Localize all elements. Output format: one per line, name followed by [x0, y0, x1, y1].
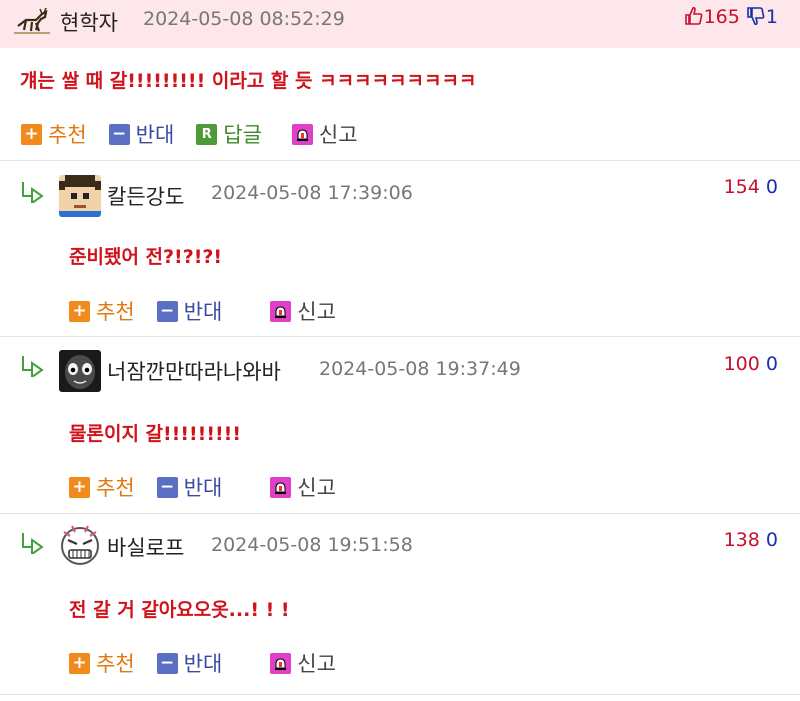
- oppose-button[interactable]: − 반대: [156, 472, 222, 502]
- upvote-count: 165: [703, 6, 740, 28]
- recommend-button[interactable]: + 추천: [69, 472, 135, 502]
- angry-face-icon: [58, 522, 102, 566]
- comment-actions: + 추천 − 반대 신고: [69, 296, 358, 326]
- comment-header: 현학자 2024-05-08 08:52:29 165 1: [0, 0, 800, 48]
- downvote-count: 0: [765, 353, 778, 375]
- comment-item: 현학자 2024-05-08 08:52:29 165 1 걔는 쌀 때 갈!!…: [0, 0, 800, 161]
- reply-item: 칼든강도 2024-05-08 17:39:06 154 0 준비됐어 전?!?…: [0, 161, 800, 337]
- vote-counts: 100 0: [724, 353, 778, 375]
- upvote-count: 154: [723, 176, 760, 198]
- minus-icon: −: [156, 476, 178, 498]
- thumbs-up-icon[interactable]: [684, 6, 704, 31]
- reply-arrow-icon: [20, 181, 46, 207]
- downvote-count: 0: [765, 176, 778, 198]
- dark-face-icon: [59, 350, 101, 392]
- downvote-count: 1: [765, 6, 778, 28]
- upvote-count: 100: [723, 353, 760, 375]
- comment-text: 물론이지 갈!!!!!!!!!: [69, 423, 242, 445]
- comment-author[interactable]: 현학자: [60, 7, 118, 37]
- comment-date: 2024-05-08 19:51:58: [211, 534, 413, 556]
- oppose-button[interactable]: − 반대: [156, 296, 222, 326]
- report-button[interactable]: 신고: [270, 296, 336, 326]
- oppose-button[interactable]: − 반대: [108, 119, 174, 149]
- comment-text: 걔는 쌀 때 갈!!!!!!!!! 이라고 할 듯 ㅋㅋㅋㅋㅋㅋㅋㅋㅋ: [20, 70, 477, 92]
- comment-author[interactable]: 칼든강도: [107, 181, 184, 211]
- vote-counts: 154 0: [724, 176, 778, 198]
- deer-icon: [12, 8, 52, 36]
- vote-counts: 138 0: [724, 529, 778, 551]
- comment-date: 2024-05-08 19:37:49: [319, 358, 521, 380]
- plus-icon: +: [69, 476, 90, 498]
- comment-date: 2024-05-08 17:39:06: [211, 182, 413, 204]
- comment-author[interactable]: 너잠깐만따라나와바: [107, 356, 281, 386]
- report-button[interactable]: 신고: [291, 119, 358, 149]
- comment-text: 준비됐어 전?!?!?!: [69, 246, 223, 268]
- comment-actions: + 추천 − 반대 신고: [69, 472, 358, 502]
- siren-icon: [291, 123, 313, 145]
- siren-icon: [270, 652, 292, 674]
- pixel-face-icon: [59, 175, 101, 217]
- comment-text: 전 갈 거 같아요오옷...! ! !: [69, 599, 290, 621]
- recommend-button[interactable]: + 추천: [21, 119, 87, 149]
- report-button[interactable]: 신고: [270, 472, 336, 502]
- comment-actions: + 추천 − 반대 신고: [69, 648, 358, 678]
- reply-arrow-icon: [20, 532, 46, 558]
- comment-actions: + 추천 − 반대 R 답글 신고: [21, 119, 380, 149]
- downvote-count: 0: [765, 529, 778, 551]
- siren-icon: [270, 476, 292, 498]
- reply-r-icon: R: [196, 123, 218, 145]
- minus-icon: −: [156, 652, 178, 674]
- minus-icon: −: [108, 123, 130, 145]
- plus-icon: +: [69, 652, 90, 674]
- reply-item: 바실로프 2024-05-08 19:51:58 138 0 전 갈 거 같아요…: [0, 514, 800, 695]
- minus-icon: −: [156, 300, 178, 322]
- report-button[interactable]: 신고: [270, 648, 336, 678]
- reply-arrow-icon: [20, 355, 46, 381]
- oppose-button[interactable]: − 반대: [156, 648, 222, 678]
- comment-date: 2024-05-08 08:52:29: [143, 8, 345, 30]
- upvote-count: 138: [723, 529, 760, 551]
- reply-button[interactable]: R 답글: [196, 119, 262, 149]
- plus-icon: +: [21, 123, 42, 145]
- recommend-button[interactable]: + 추천: [69, 648, 135, 678]
- plus-icon: +: [69, 300, 90, 322]
- reply-item: 너잠깐만따라나와바 2024-05-08 19:37:49 100 0 물론이지…: [0, 337, 800, 514]
- thumbs-down-icon[interactable]: [746, 6, 766, 31]
- vote-counts: 165 1: [684, 6, 778, 31]
- siren-icon: [270, 300, 292, 322]
- recommend-button[interactable]: + 추천: [69, 296, 135, 326]
- comment-author[interactable]: 바실로프: [107, 532, 184, 562]
